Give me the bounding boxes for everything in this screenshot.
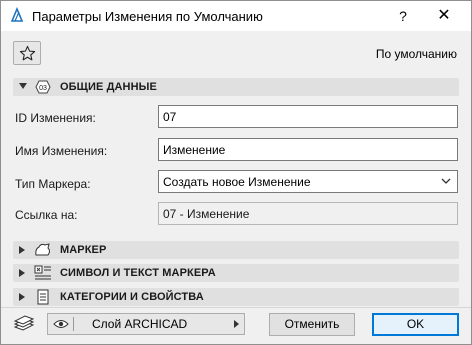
layer-selector-divider bbox=[73, 317, 74, 331]
expand-arrow-icon bbox=[19, 246, 25, 254]
default-label: По умолчанию bbox=[375, 47, 457, 61]
layer-name: Слой ARCHICAD bbox=[92, 317, 188, 331]
section-symbol-label: СИМВОЛ И ТЕКСТ МАРКЕРА bbox=[60, 267, 216, 279]
star-icon bbox=[19, 45, 36, 61]
ok-button[interactable]: OK bbox=[372, 313, 459, 336]
expand-arrow-icon bbox=[19, 293, 25, 301]
change-name-input[interactable] bbox=[158, 138, 458, 161]
close-button[interactable]: ✕ bbox=[429, 5, 459, 27]
symbol-text-icon bbox=[34, 265, 51, 280]
footer-divider bbox=[1, 307, 471, 308]
layer-selector[interactable]: Слой ARCHICAD bbox=[47, 313, 245, 335]
marker-type-value: Создать новое Изменение bbox=[163, 175, 311, 189]
window-title: Параметры Изменения по Умолчанию bbox=[32, 9, 263, 24]
cancel-button[interactable]: Отменить bbox=[269, 313, 355, 336]
default-change-settings-dialog: Параметры Изменения по Умолчанию ? ✕ По … bbox=[0, 0, 472, 345]
link-value: 07 - Изменение bbox=[158, 202, 458, 225]
section-general-label: ОБЩИЕ ДАННЫЕ bbox=[60, 81, 157, 93]
change-id-input[interactable] bbox=[158, 105, 458, 128]
change-name-label: Имя Изменения: bbox=[15, 144, 108, 158]
eye-icon bbox=[53, 320, 69, 328]
expand-arrow-icon bbox=[19, 269, 25, 277]
collapse-arrow-icon bbox=[19, 83, 27, 89]
change-id-icon: 03 bbox=[35, 80, 51, 94]
section-categories-label: КАТЕГОРИИ И СВОЙСТВА bbox=[60, 291, 204, 303]
favorites-button[interactable] bbox=[13, 41, 41, 65]
section-categories-header[interactable]: КАТЕГОРИИ И СВОЙСТВА bbox=[13, 288, 459, 306]
section-marker-header[interactable]: МАРКЕР bbox=[13, 241, 459, 259]
chevron-down-icon bbox=[441, 178, 451, 184]
marker-icon bbox=[35, 243, 50, 256]
marker-type-label: Тип Маркера: bbox=[15, 177, 91, 191]
document-list-icon bbox=[37, 289, 49, 305]
submenu-arrow-icon bbox=[234, 320, 239, 328]
help-button[interactable]: ? bbox=[389, 5, 417, 27]
svg-text:03: 03 bbox=[39, 85, 47, 92]
layers-icon bbox=[13, 315, 35, 331]
archicad-app-icon bbox=[9, 7, 25, 23]
change-id-label: ID Изменения: bbox=[15, 111, 96, 125]
title-bar: Параметры Изменения по Умолчанию ? ✕ bbox=[1, 1, 471, 31]
section-marker-label: МАРКЕР bbox=[60, 244, 107, 256]
section-general-header[interactable]: 03 ОБЩИЕ ДАННЫЕ bbox=[13, 78, 459, 96]
link-label: Ссылка на: bbox=[15, 208, 78, 222]
marker-type-select[interactable]: Создать новое Изменение bbox=[158, 170, 458, 193]
section-symbol-header[interactable]: СИМВОЛ И ТЕКСТ МАРКЕРА bbox=[13, 264, 459, 282]
